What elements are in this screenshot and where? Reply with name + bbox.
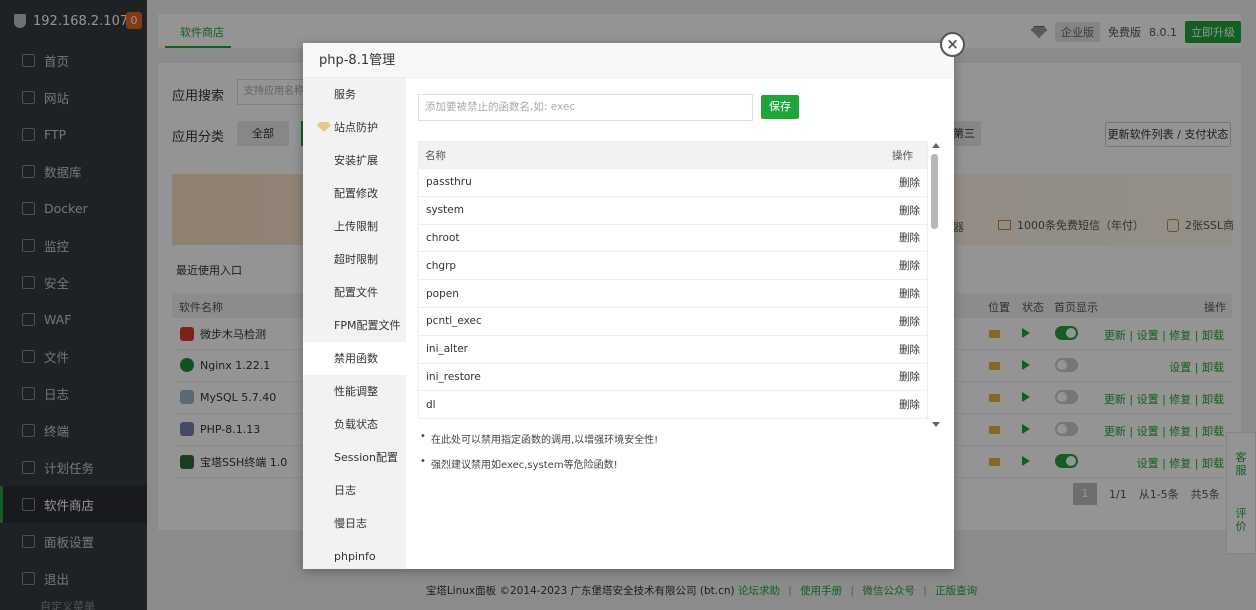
- scroll-up-arrow-icon[interactable]: [932, 143, 940, 148]
- dialog-nav-item[interactable]: 站点防护: [303, 111, 406, 144]
- col-name: 名称: [425, 150, 446, 162]
- close-icon[interactable]: ×: [940, 32, 965, 57]
- scrollbar[interactable]: [931, 141, 941, 427]
- delete-button[interactable]: 删除: [899, 342, 920, 357]
- dialog-nav-item[interactable]: 超时限制: [303, 243, 406, 276]
- nav-label: 日志: [334, 484, 356, 497]
- table-row: chroot 删除: [419, 225, 927, 253]
- gem-icon: [317, 122, 331, 132]
- nav-label: 慢日志: [334, 517, 367, 530]
- nav-label: 超时限制: [334, 253, 378, 266]
- dialog-nav-item[interactable]: 慢日志: [303, 507, 406, 540]
- nav-label: 禁用函数: [334, 352, 378, 365]
- delete-button[interactable]: 删除: [899, 230, 920, 245]
- delete-button[interactable]: 删除: [899, 175, 920, 190]
- function-name: chroot: [426, 231, 460, 244]
- function-name: passthru: [426, 176, 472, 189]
- delete-button[interactable]: 删除: [899, 314, 920, 329]
- function-name: ini_restore: [426, 370, 481, 383]
- nav-label: phpinfo: [334, 550, 376, 563]
- tip-item: 在此处可以禁用指定函数的调用,以增强环境安全性!: [418, 431, 658, 446]
- nav-label: 服务: [334, 88, 356, 101]
- dialog-nav-item[interactable]: 性能调整: [303, 375, 406, 408]
- save-button[interactable]: 保存: [761, 95, 799, 119]
- table-row: ini_restore 删除: [419, 364, 927, 392]
- delete-button[interactable]: 删除: [899, 397, 920, 412]
- dialog-nav-item[interactable]: 配置文件: [303, 276, 406, 309]
- dialog-nav-item[interactable]: 安装扩展: [303, 144, 406, 177]
- table-row: dl 删除: [419, 391, 927, 418]
- scroll-thumb[interactable]: [931, 154, 938, 229]
- dialog-nav-item[interactable]: FPM配置文件: [303, 309, 406, 342]
- function-name-input[interactable]: 添加要被禁止的函数名,如: exec: [418, 94, 753, 121]
- nav-label: 配置文件: [334, 286, 378, 299]
- delete-button[interactable]: 删除: [899, 258, 920, 273]
- table-row: passthru 删除: [419, 169, 927, 197]
- disabled-functions-table: 名称 操作 passthru 删除 system 删除 chroot 删除 chgrp 删除 p…: [418, 141, 928, 419]
- nav-label: FPM配置文件: [334, 319, 401, 332]
- table-row: ini_alter 删除: [419, 336, 927, 364]
- function-name: ini_alter: [426, 343, 468, 356]
- dialog-nav-item[interactable]: 禁用函数: [303, 342, 406, 375]
- nav-label: 配置修改: [334, 187, 378, 200]
- nav-label: 性能调整: [334, 385, 378, 398]
- nav-label: 上传限制: [334, 220, 378, 233]
- php-manager-dialog: php-8.1管理 服务站点防护安装扩展配置修改上传限制超时限制配置文件 FPM配…: [303, 43, 954, 569]
- table-header: 名称 操作: [419, 142, 927, 169]
- nav-label: 负载状态: [334, 418, 378, 431]
- delete-button[interactable]: 删除: [899, 286, 920, 301]
- delete-button[interactable]: 删除: [899, 369, 920, 384]
- table-row: chgrp 删除: [419, 252, 927, 281]
- dialog-nav-item[interactable]: 日志: [303, 474, 406, 507]
- function-name: dl: [426, 398, 436, 411]
- table-row: pcntl_exec 删除: [419, 308, 927, 336]
- dialog-nav-item[interactable]: 上传限制: [303, 210, 406, 243]
- function-name: chgrp: [426, 259, 457, 272]
- dialog-nav: 服务站点防护安装扩展配置修改上传限制超时限制配置文件 FPM配置文件 禁用函数性能调…: [303, 78, 406, 569]
- nav-label: Session配置: [334, 451, 398, 464]
- dialog-title: php-8.1管理: [303, 43, 954, 78]
- nav-label: 站点防护: [334, 121, 378, 134]
- function-name: popen: [426, 287, 459, 300]
- function-name: pcntl_exec: [426, 315, 482, 328]
- dialog-nav-item[interactable]: 服务: [303, 78, 406, 111]
- table-row: popen 删除: [419, 280, 927, 308]
- tips-list: 在此处可以禁用指定函数的调用,以增强环境安全性! 强烈建议禁用如exec,sys…: [418, 431, 658, 481]
- dialog-nav-item[interactable]: Session配置: [303, 441, 406, 474]
- dialog-nav-item[interactable]: 配置修改: [303, 177, 406, 210]
- delete-button[interactable]: 删除: [899, 203, 920, 218]
- function-name: system: [426, 204, 464, 217]
- scroll-down-arrow-icon[interactable]: [932, 422, 940, 427]
- col-op: 操作: [892, 150, 913, 162]
- table-row: system 删除: [419, 197, 927, 225]
- dialog-nav-item[interactable]: phpinfo: [303, 540, 406, 573]
- tip-item: 强烈建议禁用如exec,system等危险函数!: [418, 456, 658, 471]
- dialog-nav-item[interactable]: 负载状态: [303, 408, 406, 441]
- nav-label: 安装扩展: [334, 154, 378, 167]
